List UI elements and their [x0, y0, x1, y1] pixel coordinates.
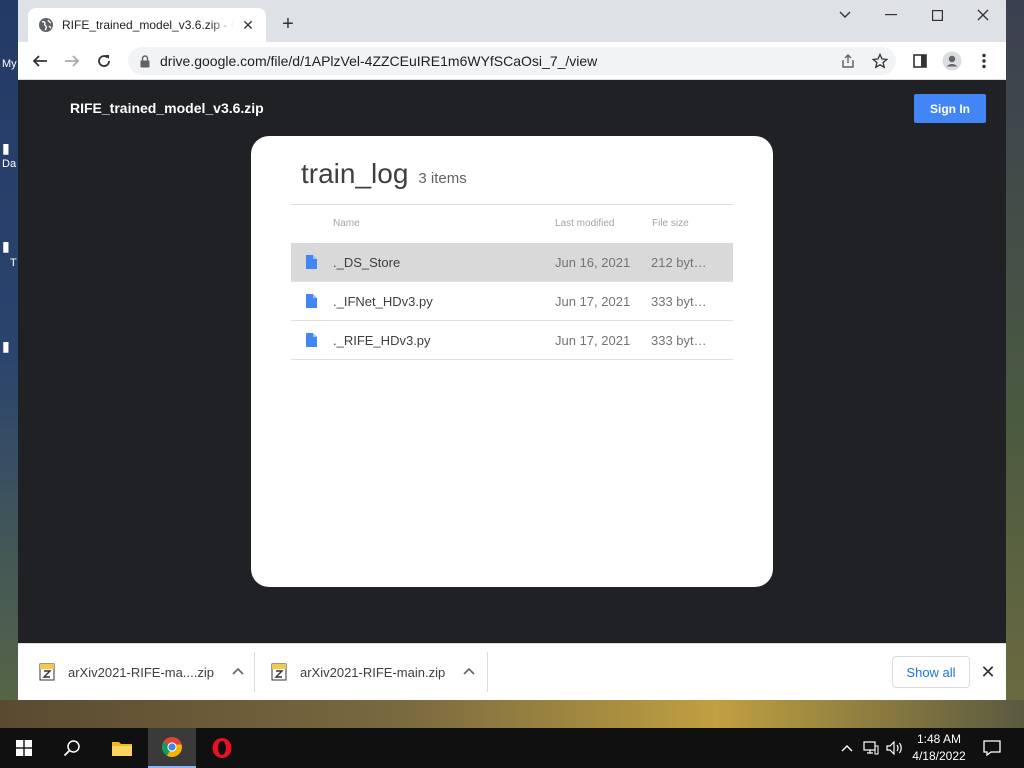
windows-logo-icon [16, 740, 32, 756]
tray-overflow-chevron-icon[interactable] [836, 728, 858, 768]
download-filename: arXiv2021-RIFE-ma....zip [68, 664, 214, 680]
address-bar[interactable]: drive.google.com/file/d/1APlzVel-4ZZCEuI… [128, 47, 896, 75]
zip-contents-card: train_log 3 items Name Last modified Fil… [251, 136, 773, 587]
globe-icon [39, 18, 53, 32]
side-panel-icon[interactable] [908, 49, 932, 73]
folder-name: train_log [301, 158, 409, 189]
column-header-modified[interactable]: Last modified [555, 218, 614, 229]
desktop-wallpaper-bottom [0, 700, 1024, 728]
desktop-icon[interactable]: ▮ [2, 140, 10, 157]
file-icon [306, 294, 317, 308]
folder-icon [112, 742, 132, 756]
file-row[interactable]: ._IFNet_HDv3.py Jun 17, 2021 333 byt… [291, 282, 733, 321]
download-item[interactable]: arXiv2021-RIFE-ma....zip [38, 652, 246, 692]
start-button[interactable] [0, 728, 48, 768]
minimize-button[interactable] [868, 0, 914, 30]
system-clock[interactable]: 1:48 AM 4/18/2022 [908, 731, 970, 765]
file-explorer-button[interactable] [98, 728, 146, 768]
tab-title: RIFE_trained_model_v3.6.zip - Google Dri… [62, 18, 234, 32]
tab-google-drive[interactable]: RIFE_trained_model_v3.6.zip - Google Dri… [28, 8, 266, 42]
tab-close-icon[interactable]: ✕ [240, 17, 256, 33]
reload-icon[interactable] [92, 49, 116, 73]
file-row[interactable]: ._DS_Store Jun 16, 2021 212 byt… [291, 243, 733, 282]
header-divider [291, 204, 733, 205]
bookmark-star-icon[interactable] [868, 49, 892, 73]
forward-arrow-icon[interactable] [60, 49, 84, 73]
download-separator [487, 652, 488, 692]
url-text: drive.google.com/file/d/1APlzVel-4ZZCEuI… [160, 53, 598, 69]
sign-in-button[interactable]: Sign In [914, 94, 986, 123]
notifications-icon[interactable] [978, 728, 1006, 768]
opera-icon [212, 738, 232, 758]
tab-search-chevron-icon[interactable] [822, 0, 868, 30]
menu-kebab-icon[interactable] [972, 49, 996, 73]
desktop-icon[interactable]: ▮ [2, 238, 10, 255]
desktop-right-strip [1006, 0, 1024, 700]
file-name: ._DS_Store [333, 255, 401, 270]
desktop-left-strip: My ▮ Da ▮ T ▮ [0, 0, 18, 700]
chevron-up-icon[interactable] [230, 664, 246, 680]
desktop-icon-label[interactable]: Da [2, 158, 16, 170]
maximize-button[interactable] [914, 0, 960, 30]
item-count: 3 items [418, 170, 467, 187]
column-header-name[interactable]: Name [333, 218, 360, 229]
file-size: 333 byt… [651, 294, 707, 309]
file-name: ._RIFE_HDv3.py [333, 333, 431, 348]
file-modified: Jun 17, 2021 [555, 294, 631, 309]
close-download-shelf-icon[interactable]: ✕ [978, 662, 998, 682]
file-size: 212 byt… [651, 255, 707, 270]
desktop-icon-label[interactable]: T [10, 257, 17, 269]
zip-file-icon [271, 663, 287, 681]
zip-file-icon [39, 663, 55, 681]
lock-icon [140, 54, 150, 67]
column-header-size[interactable]: File size [652, 218, 689, 229]
volume-icon[interactable] [884, 728, 906, 768]
file-row[interactable]: ._RIFE_HDv3.py Jun 17, 2021 333 byt… [291, 321, 733, 360]
back-arrow-icon[interactable] [28, 49, 52, 73]
drive-viewer: RIFE_trained_model_v3.6.zip Sign In trai… [18, 80, 1006, 643]
clock-time: 1:48 AM [916, 732, 962, 746]
chrome-icon [161, 737, 182, 757]
download-shelf: arXiv2021-RIFE-ma....zip arXiv2021-RIFE-… [18, 643, 1006, 700]
search-button[interactable] [48, 728, 96, 768]
file-name: ._IFNet_HDv3.py [333, 294, 433, 309]
new-tab-button[interactable]: + [276, 12, 300, 36]
show-all-downloads-button[interactable]: Show all [892, 656, 970, 688]
share-icon[interactable] [836, 49, 860, 73]
download-filename: arXiv2021-RIFE-main.zip [300, 664, 446, 680]
tab-strip: RIFE_trained_model_v3.6.zip - Google Dri… [18, 0, 1006, 42]
file-modified: Jun 17, 2021 [555, 333, 631, 348]
network-icon[interactable] [860, 728, 882, 768]
profile-avatar-icon[interactable] [940, 49, 964, 73]
file-size: 333 byt… [651, 333, 707, 348]
document-title: RIFE_trained_model_v3.6.zip [70, 100, 264, 116]
opera-taskbar-button[interactable] [198, 728, 246, 768]
desktop-icon[interactable]: ▮ [2, 338, 10, 355]
download-item[interactable]: arXiv2021-RIFE-main.zip [270, 652, 477, 692]
folder-header: train_log 3 items [301, 158, 467, 190]
file-icon [306, 333, 317, 347]
chrome-taskbar-button[interactable] [148, 728, 196, 768]
download-separator [254, 652, 255, 692]
file-icon [306, 255, 317, 269]
desktop-icon-label[interactable]: My [2, 58, 17, 70]
browser-toolbar: drive.google.com/file/d/1APlzVel-4ZZCEuI… [18, 42, 1006, 80]
file-modified: Jun 16, 2021 [555, 255, 631, 270]
chevron-up-icon[interactable] [461, 664, 477, 680]
windows-taskbar: 1:48 AM 4/18/2022 [0, 728, 1024, 768]
search-icon [63, 740, 80, 757]
close-window-button[interactable] [960, 0, 1006, 30]
clock-date: 4/18/2022 [912, 749, 966, 763]
browser-window: RIFE_trained_model_v3.6.zip - Google Dri… [18, 0, 1006, 700]
